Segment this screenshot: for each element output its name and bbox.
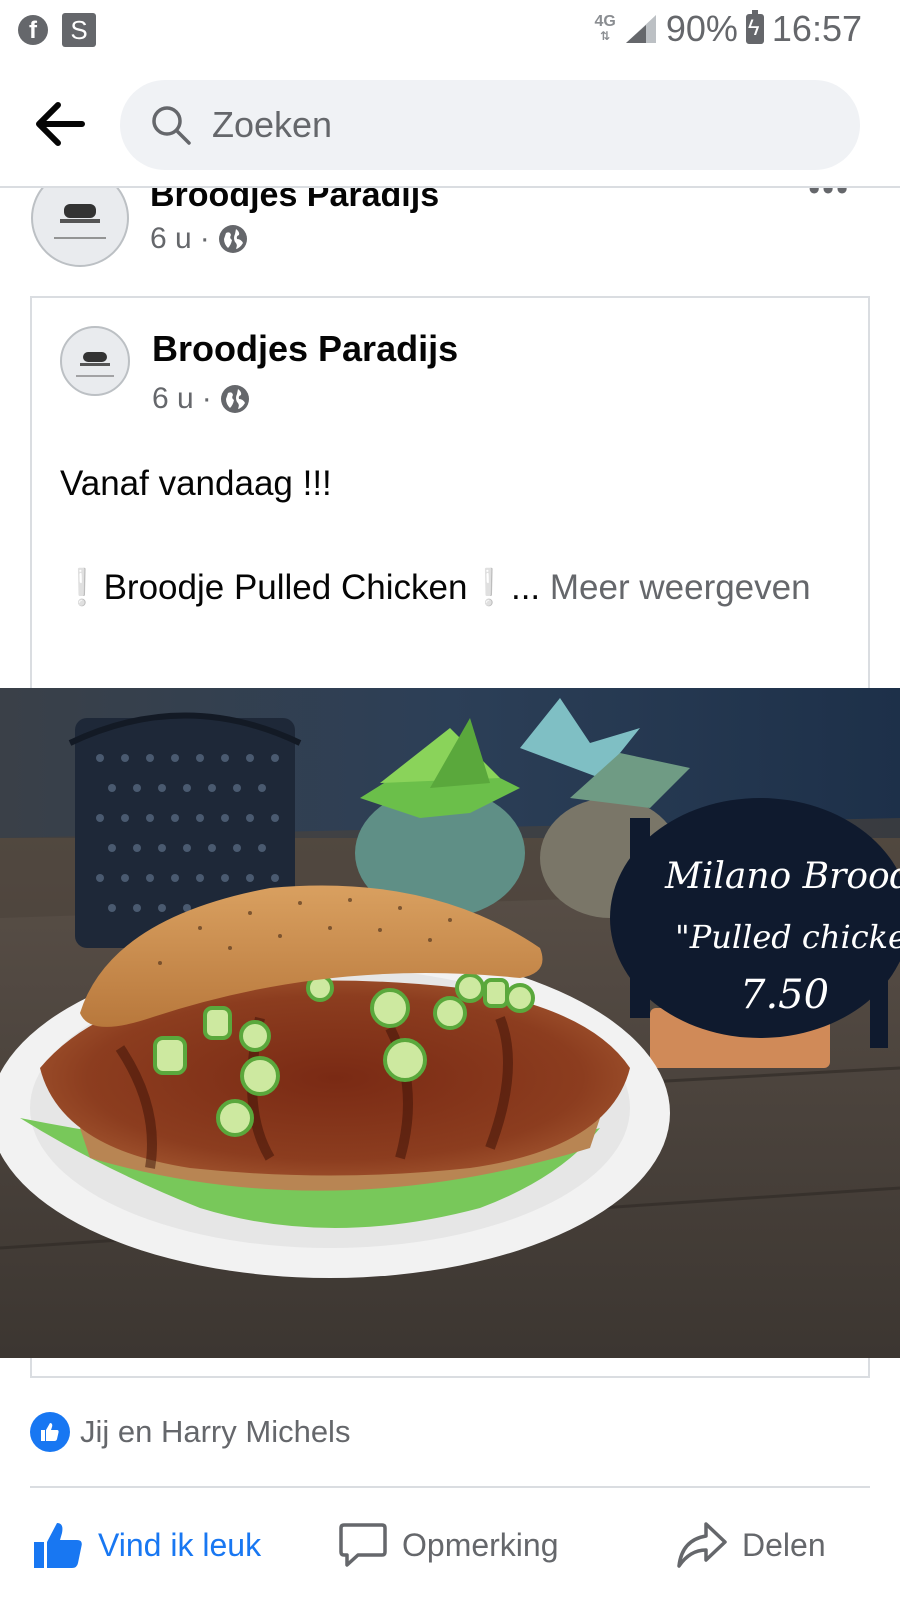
top-bar bbox=[0, 60, 900, 188]
signal-icon bbox=[625, 15, 656, 43]
post-actions: Vind ik leuk Opmerking Delen bbox=[0, 1510, 900, 1580]
globe-icon bbox=[220, 385, 249, 413]
back-button[interactable] bbox=[30, 94, 90, 154]
share-button[interactable]: Delen bbox=[676, 1510, 826, 1580]
search-input[interactable] bbox=[212, 104, 812, 146]
reactions-summary[interactable]: Jij en Harry Michels bbox=[30, 1412, 350, 1452]
search-bar[interactable] bbox=[120, 80, 860, 170]
shared-post-card[interactable]: Broodjes Paradijs 6 u · Vanaf vandaag !!… bbox=[30, 296, 870, 690]
s-app-icon: S bbox=[62, 13, 96, 47]
facebook-icon: f bbox=[18, 15, 48, 45]
like-reaction-icon bbox=[30, 1412, 70, 1452]
post-photo[interactable]: Milano Broodje "Pulled chicken" 7.50 bbox=[0, 688, 900, 1358]
post-text-line-1: Vanaf vandaag !!! bbox=[60, 464, 332, 503]
shared-post-author[interactable]: Broodjes Paradijs bbox=[152, 328, 458, 370]
clock: 16:57 bbox=[771, 8, 862, 49]
shared-post-meta: 6 u · bbox=[152, 382, 250, 416]
comment-button[interactable]: Opmerking bbox=[338, 1510, 559, 1580]
outer-post-author[interactable]: Broodjes Paradijs bbox=[150, 188, 439, 215]
battery-percent: 90% bbox=[665, 8, 738, 49]
shared-post-time[interactable]: 6 u bbox=[152, 382, 194, 416]
share-icon bbox=[677, 1522, 727, 1568]
sign-price: 7.50 bbox=[740, 972, 829, 1018]
outer-post-header: Broodjes Paradijs 6 u · ••• bbox=[0, 188, 900, 288]
page-avatar[interactable] bbox=[30, 188, 130, 268]
network-type: 4G ⇅ bbox=[594, 13, 616, 44]
like-label: Vind ik leuk bbox=[98, 1526, 262, 1563]
globe-icon bbox=[218, 225, 247, 253]
search-icon bbox=[152, 106, 191, 145]
shared-page-avatar[interactable] bbox=[60, 326, 130, 396]
post-text: Vanaf vandaag !!! ❕Broodje Pulled Chicke… bbox=[60, 458, 840, 614]
meta-separator: · bbox=[199, 222, 210, 255]
outer-post-meta: 6 u · bbox=[150, 222, 248, 256]
comment-icon bbox=[339, 1523, 387, 1567]
sign-line-2: "Pulled chicken" bbox=[675, 918, 900, 956]
comment-label: Opmerking bbox=[402, 1526, 559, 1563]
share-label: Delen bbox=[742, 1526, 826, 1563]
thumbs-up-icon bbox=[34, 1523, 82, 1568]
more-options-icon[interactable]: ••• bbox=[808, 188, 850, 209]
back-arrow-icon bbox=[36, 102, 85, 146]
sign-line-1: Milano Broodje bbox=[664, 856, 900, 897]
see-more-link[interactable]: Meer weergeven bbox=[550, 568, 811, 607]
status-bar: f S 4G⇅ 90% 16:57 bbox=[0, 0, 900, 60]
meta-separator: · bbox=[201, 382, 212, 415]
card-bottom-edge bbox=[30, 1358, 870, 1378]
divider bbox=[30, 1486, 870, 1488]
like-button[interactable]: Vind ik leuk bbox=[32, 1510, 261, 1580]
battery-icon bbox=[745, 10, 764, 44]
outer-post-time[interactable]: 6 u bbox=[150, 222, 192, 256]
post-text-line-2: ❕Broodje Pulled Chicken❕... Meer weergev… bbox=[60, 568, 811, 607]
reaction-names[interactable]: Jij en Harry Michels bbox=[80, 1414, 350, 1450]
